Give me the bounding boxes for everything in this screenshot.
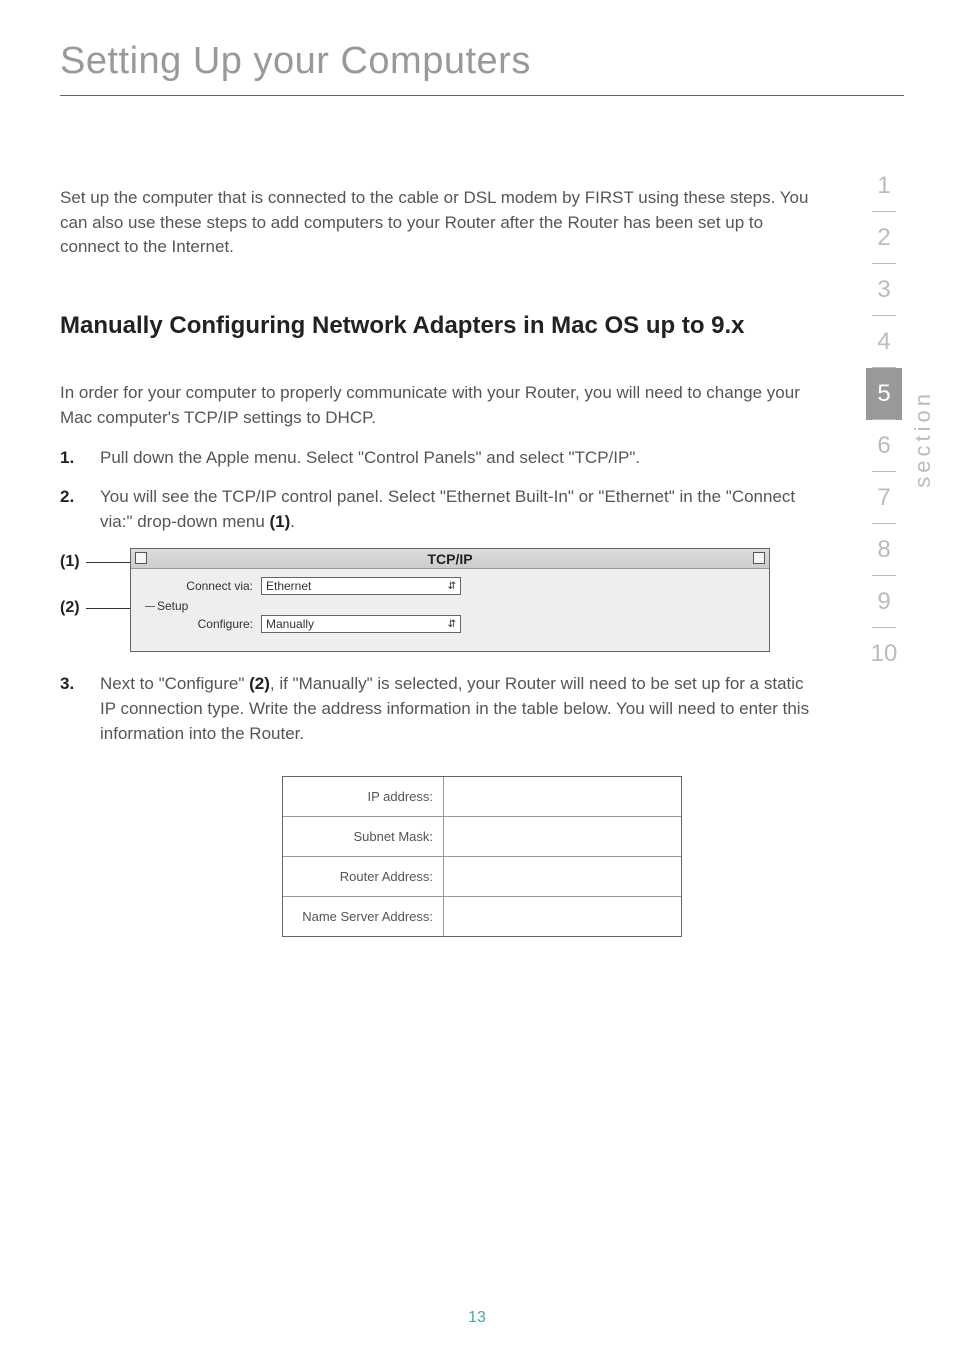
- side-navigation: 12345678910 section: [864, 160, 936, 680]
- table-row: Name Server Address:: [283, 897, 681, 936]
- step-3: Next to "Configure" (2), if "Manually" i…: [60, 672, 820, 746]
- callout-line: [86, 562, 130, 563]
- configure-value: Manually: [266, 617, 314, 631]
- connect-via-label: Connect via:: [143, 579, 253, 593]
- configure-select[interactable]: Manually ⇵: [261, 615, 461, 633]
- intro-paragraph: Set up the computer that is connected to…: [60, 186, 820, 260]
- ip-address-table: IP address: Subnet Mask: Router Address:…: [282, 776, 682, 937]
- tcpip-figure: (1) (2) TCP/IP Connect via: Ethernet ⇵ S…: [60, 548, 904, 652]
- dropdown-arrows-icon: ⇵: [448, 581, 456, 592]
- tcpip-window: TCP/IP Connect via: Ethernet ⇵ Setup Con…: [130, 548, 770, 652]
- zoom-box-icon[interactable]: [753, 552, 765, 564]
- page-number: 13: [468, 1309, 486, 1327]
- step-3-text-a: Next to "Configure": [100, 674, 249, 693]
- setup-group-label: Setup: [157, 599, 757, 613]
- paragraph: In order for your computer to properly c…: [60, 381, 820, 430]
- name-server-value: [443, 897, 681, 936]
- tcpip-titlebar: TCP/IP: [131, 549, 769, 569]
- step-2-tail: .: [290, 512, 295, 531]
- name-server-label: Name Server Address:: [283, 897, 443, 936]
- close-box-icon[interactable]: [135, 552, 147, 564]
- nav-section-9[interactable]: 9: [866, 576, 902, 628]
- callout-ref-1: (1): [270, 512, 291, 531]
- section-heading: Manually Configuring Network Adapters in…: [60, 310, 760, 341]
- nav-section-8[interactable]: 8: [866, 524, 902, 576]
- router-address-value: [443, 857, 681, 896]
- connect-via-value: Ethernet: [266, 579, 311, 593]
- callout-line: [86, 608, 130, 609]
- callout-2: (2): [60, 599, 80, 617]
- nav-section-7[interactable]: 7: [866, 472, 902, 524]
- connect-via-select[interactable]: Ethernet ⇵: [261, 577, 461, 595]
- nav-section-1[interactable]: 1: [866, 160, 902, 212]
- table-row: Subnet Mask:: [283, 817, 681, 857]
- step-2: You will see the TCP/IP control panel. S…: [60, 485, 820, 534]
- table-row: IP address:: [283, 777, 681, 817]
- subnet-mask-label: Subnet Mask:: [283, 817, 443, 856]
- ip-address-value: [443, 777, 681, 816]
- router-address-label: Router Address:: [283, 857, 443, 896]
- nav-section-4[interactable]: 4: [866, 316, 902, 368]
- ip-address-label: IP address:: [283, 777, 443, 816]
- nav-section-2[interactable]: 2: [866, 212, 902, 264]
- configure-label: Configure:: [143, 617, 253, 631]
- nav-section-3[interactable]: 3: [866, 264, 902, 316]
- callout-ref-2: (2): [249, 674, 270, 693]
- nav-section-6[interactable]: 6: [866, 420, 902, 472]
- table-row: Router Address:: [283, 857, 681, 897]
- step-1: Pull down the Apple menu. Select "Contro…: [60, 446, 820, 471]
- callout-1: (1): [60, 553, 80, 571]
- step-2-text: You will see the TCP/IP control panel. S…: [100, 487, 795, 531]
- tcpip-title: TCP/IP: [427, 551, 472, 567]
- dropdown-arrows-icon: ⇵: [448, 619, 456, 630]
- chapter-title: Setting Up your Computers: [60, 40, 904, 96]
- subnet-mask-value: [443, 817, 681, 856]
- nav-section-10[interactable]: 10: [866, 628, 902, 680]
- section-label: section: [910, 390, 936, 488]
- nav-section-5[interactable]: 5: [866, 368, 902, 420]
